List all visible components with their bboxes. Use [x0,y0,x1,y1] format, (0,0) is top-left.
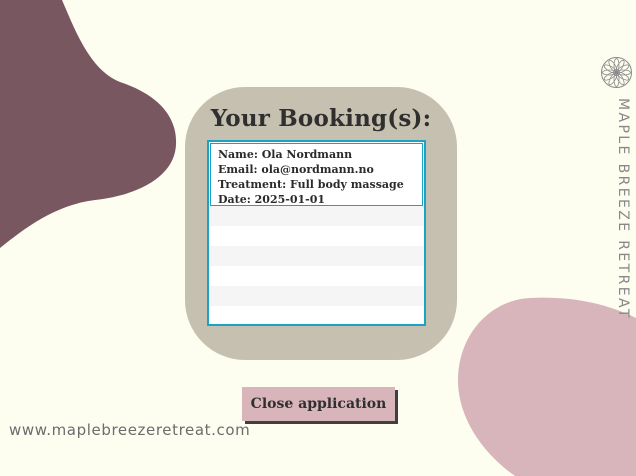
website-url: www.maplebreezeretreat.com [9,421,251,439]
flower-logo-icon [601,57,632,88]
empty-list-row [209,246,424,266]
plum-blob-shape [0,0,177,248]
booking-name: Name: Ola Nordmann [218,148,353,161]
booking-email: Email: ola@nordmann.no [218,163,374,176]
empty-list-row [209,206,424,226]
pink-blob-shape [458,297,636,476]
booking-list-item[interactable]: Name: Ola Nordmann Email: ola@nordmann.n… [210,143,423,206]
bookings-list[interactable]: Name: Ola Nordmann Email: ola@nordmann.n… [207,140,426,326]
brand-name: MAPLE BREEZE RETREAT [615,98,631,320]
bookings-card: Your Booking(s): Name: Ola Nordmann Emai… [185,87,457,360]
booking-treatment: Treatment: Full body massage [218,178,404,191]
booking-date: Date: 2025-01-01 [218,193,325,206]
close-application-button[interactable]: Close application [242,387,395,421]
empty-list-row [209,266,424,286]
page-title: Your Booking(s): [210,105,432,132]
empty-list-row [209,226,424,246]
empty-list-row [209,286,424,306]
empty-list-row [209,306,424,324]
